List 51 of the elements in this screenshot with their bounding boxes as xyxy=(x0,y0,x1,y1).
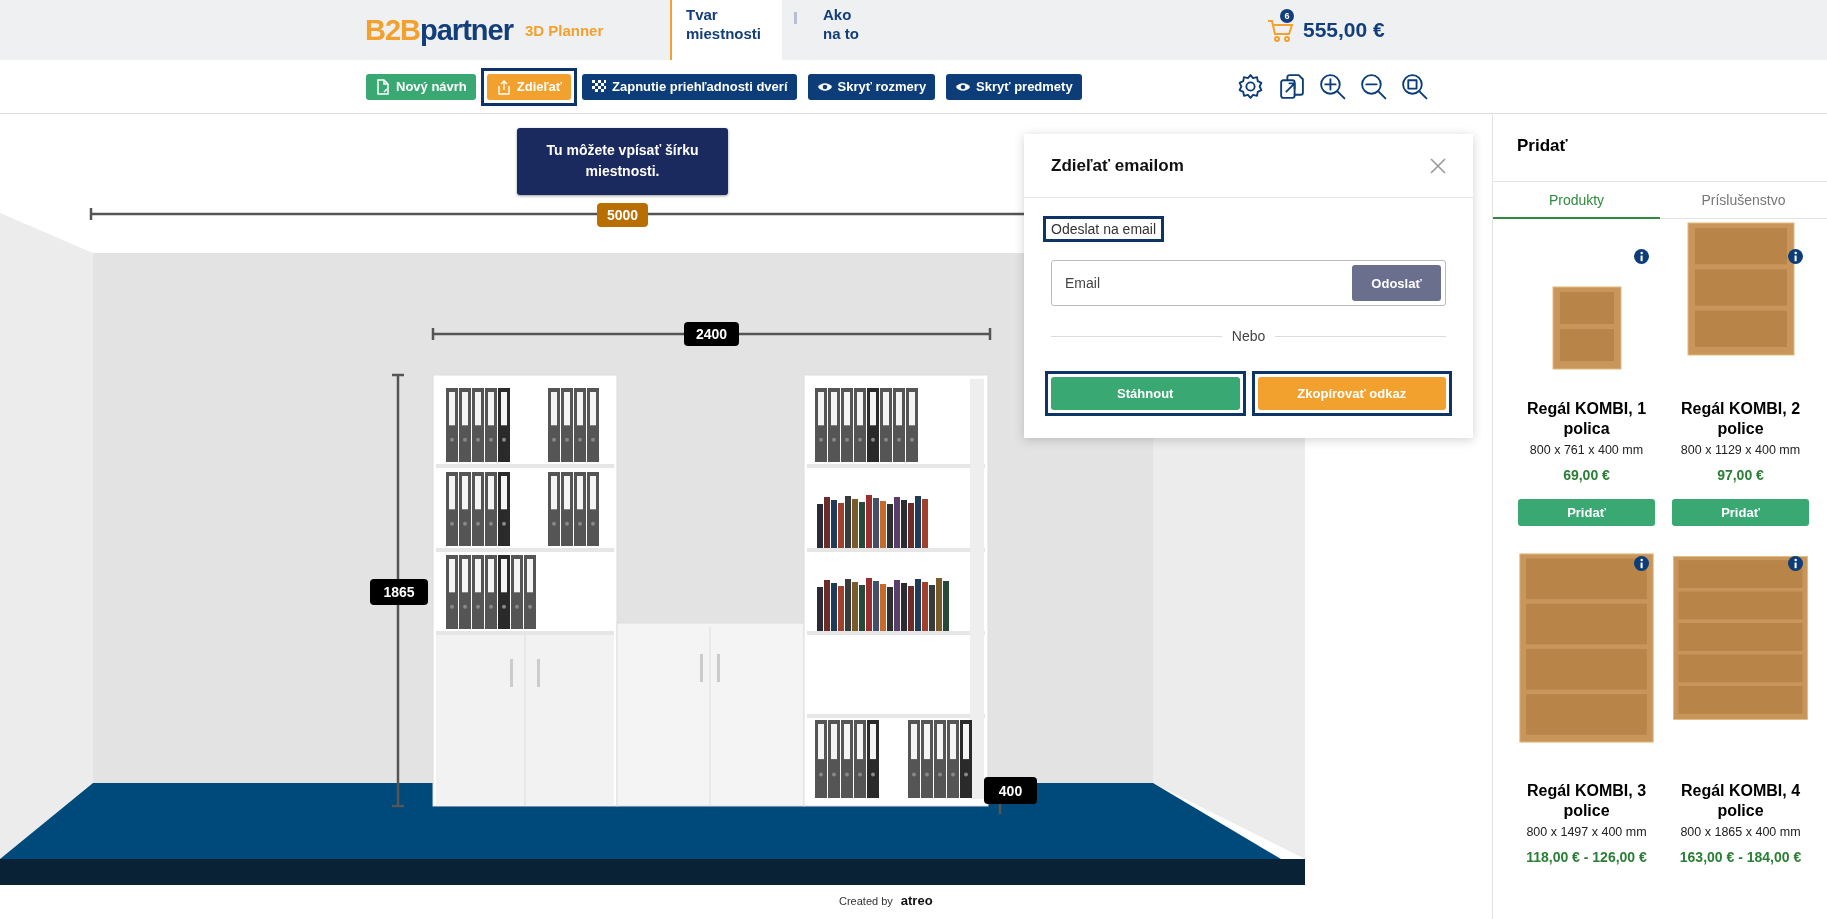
panel-title: Pridať xyxy=(1493,114,1827,182)
zoom-fit-icon[interactable] xyxy=(1400,72,1429,101)
zoom-out-icon[interactable] xyxy=(1359,72,1388,101)
product-size: 800 x 1865 x 400 mm xyxy=(1680,825,1801,839)
product-name[interactable]: Regál KOMBI, 2 police xyxy=(1665,399,1816,439)
section-label: Odeslat na email xyxy=(1043,216,1165,242)
send-button[interactable]: Odoslať xyxy=(1352,265,1441,301)
product-price: 163,00 € - 184,00 € xyxy=(1679,848,1802,867)
credit-label: Created by xyxy=(839,895,893,907)
product-name: 3D Planner xyxy=(524,21,604,39)
hint-tooltip: Tu môžete vpísať šírku miestnosti. xyxy=(517,128,728,195)
cart-count-badge: 6 xyxy=(1280,9,1294,23)
dimension-label[interactable]: 1865 xyxy=(370,579,428,605)
brand-logo[interactable]: B2Bpartner xyxy=(365,13,513,47)
product-price: 118,00 € - 126,00 € xyxy=(1526,848,1647,867)
panel-tab[interactable]: Produkty xyxy=(1493,182,1660,219)
header-tab[interactable]: Tvar miestnosti xyxy=(670,0,782,60)
product-name[interactable]: Regál KOMBI, 3 police xyxy=(1511,781,1662,821)
dimension-label[interactable]: 400 xyxy=(984,777,1037,804)
settings-icon[interactable] xyxy=(1236,72,1265,101)
panel-tab[interactable]: Príslušenstvo xyxy=(1660,182,1827,219)
brand-link[interactable]: atreo xyxy=(900,893,933,910)
share-icon xyxy=(495,78,512,95)
info-icon[interactable] xyxy=(1634,249,1649,264)
toolbar-button[interactable]: Skryť predmety xyxy=(946,73,1082,100)
product-size: 800 x 1497 x 400 mm xyxy=(1526,825,1647,839)
info-icon[interactable] xyxy=(1788,249,1803,264)
toolbar-button[interactable]: Zapnutie priehľadnosti dverí xyxy=(582,73,797,100)
bookshelf-image[interactable] xyxy=(1550,285,1623,371)
export-icon[interactable] xyxy=(1277,72,1306,101)
zoom-in-icon[interactable] xyxy=(1318,72,1347,101)
header-tab[interactable]: Ako na to xyxy=(807,0,877,60)
close-icon[interactable] xyxy=(1430,157,1446,174)
dimension-label[interactable]: 2400 xyxy=(684,322,739,346)
product-price: 69,00 € xyxy=(1563,466,1610,485)
product-size: 800 x 761 x 400 mm xyxy=(1529,443,1644,457)
toolbar-button[interactable]: Skryť rozmery xyxy=(807,73,936,100)
new-document-icon xyxy=(375,78,391,95)
product-size: 800 x 1129 x 400 mm xyxy=(1680,443,1801,457)
separator-label: Nebo xyxy=(1231,328,1266,344)
cart-total[interactable]: 555,00 € xyxy=(1303,18,1385,42)
dimension-label[interactable]: 5000 xyxy=(597,203,648,227)
checkerboard-icon xyxy=(591,78,607,95)
email-field[interactable]: Email Odoslať xyxy=(1051,260,1446,306)
info-icon[interactable] xyxy=(1788,556,1803,571)
dialog-title: Zdieľať emailom xyxy=(1051,155,1184,176)
product-name[interactable]: Regál KOMBI, 1 polica xyxy=(1511,399,1662,439)
furniture-drawing[interactable] xyxy=(432,374,989,807)
product-price: 97,00 € xyxy=(1717,466,1764,485)
product-name[interactable]: Regál KOMBI, 4 police xyxy=(1665,781,1816,821)
info-icon[interactable] xyxy=(1634,556,1649,571)
